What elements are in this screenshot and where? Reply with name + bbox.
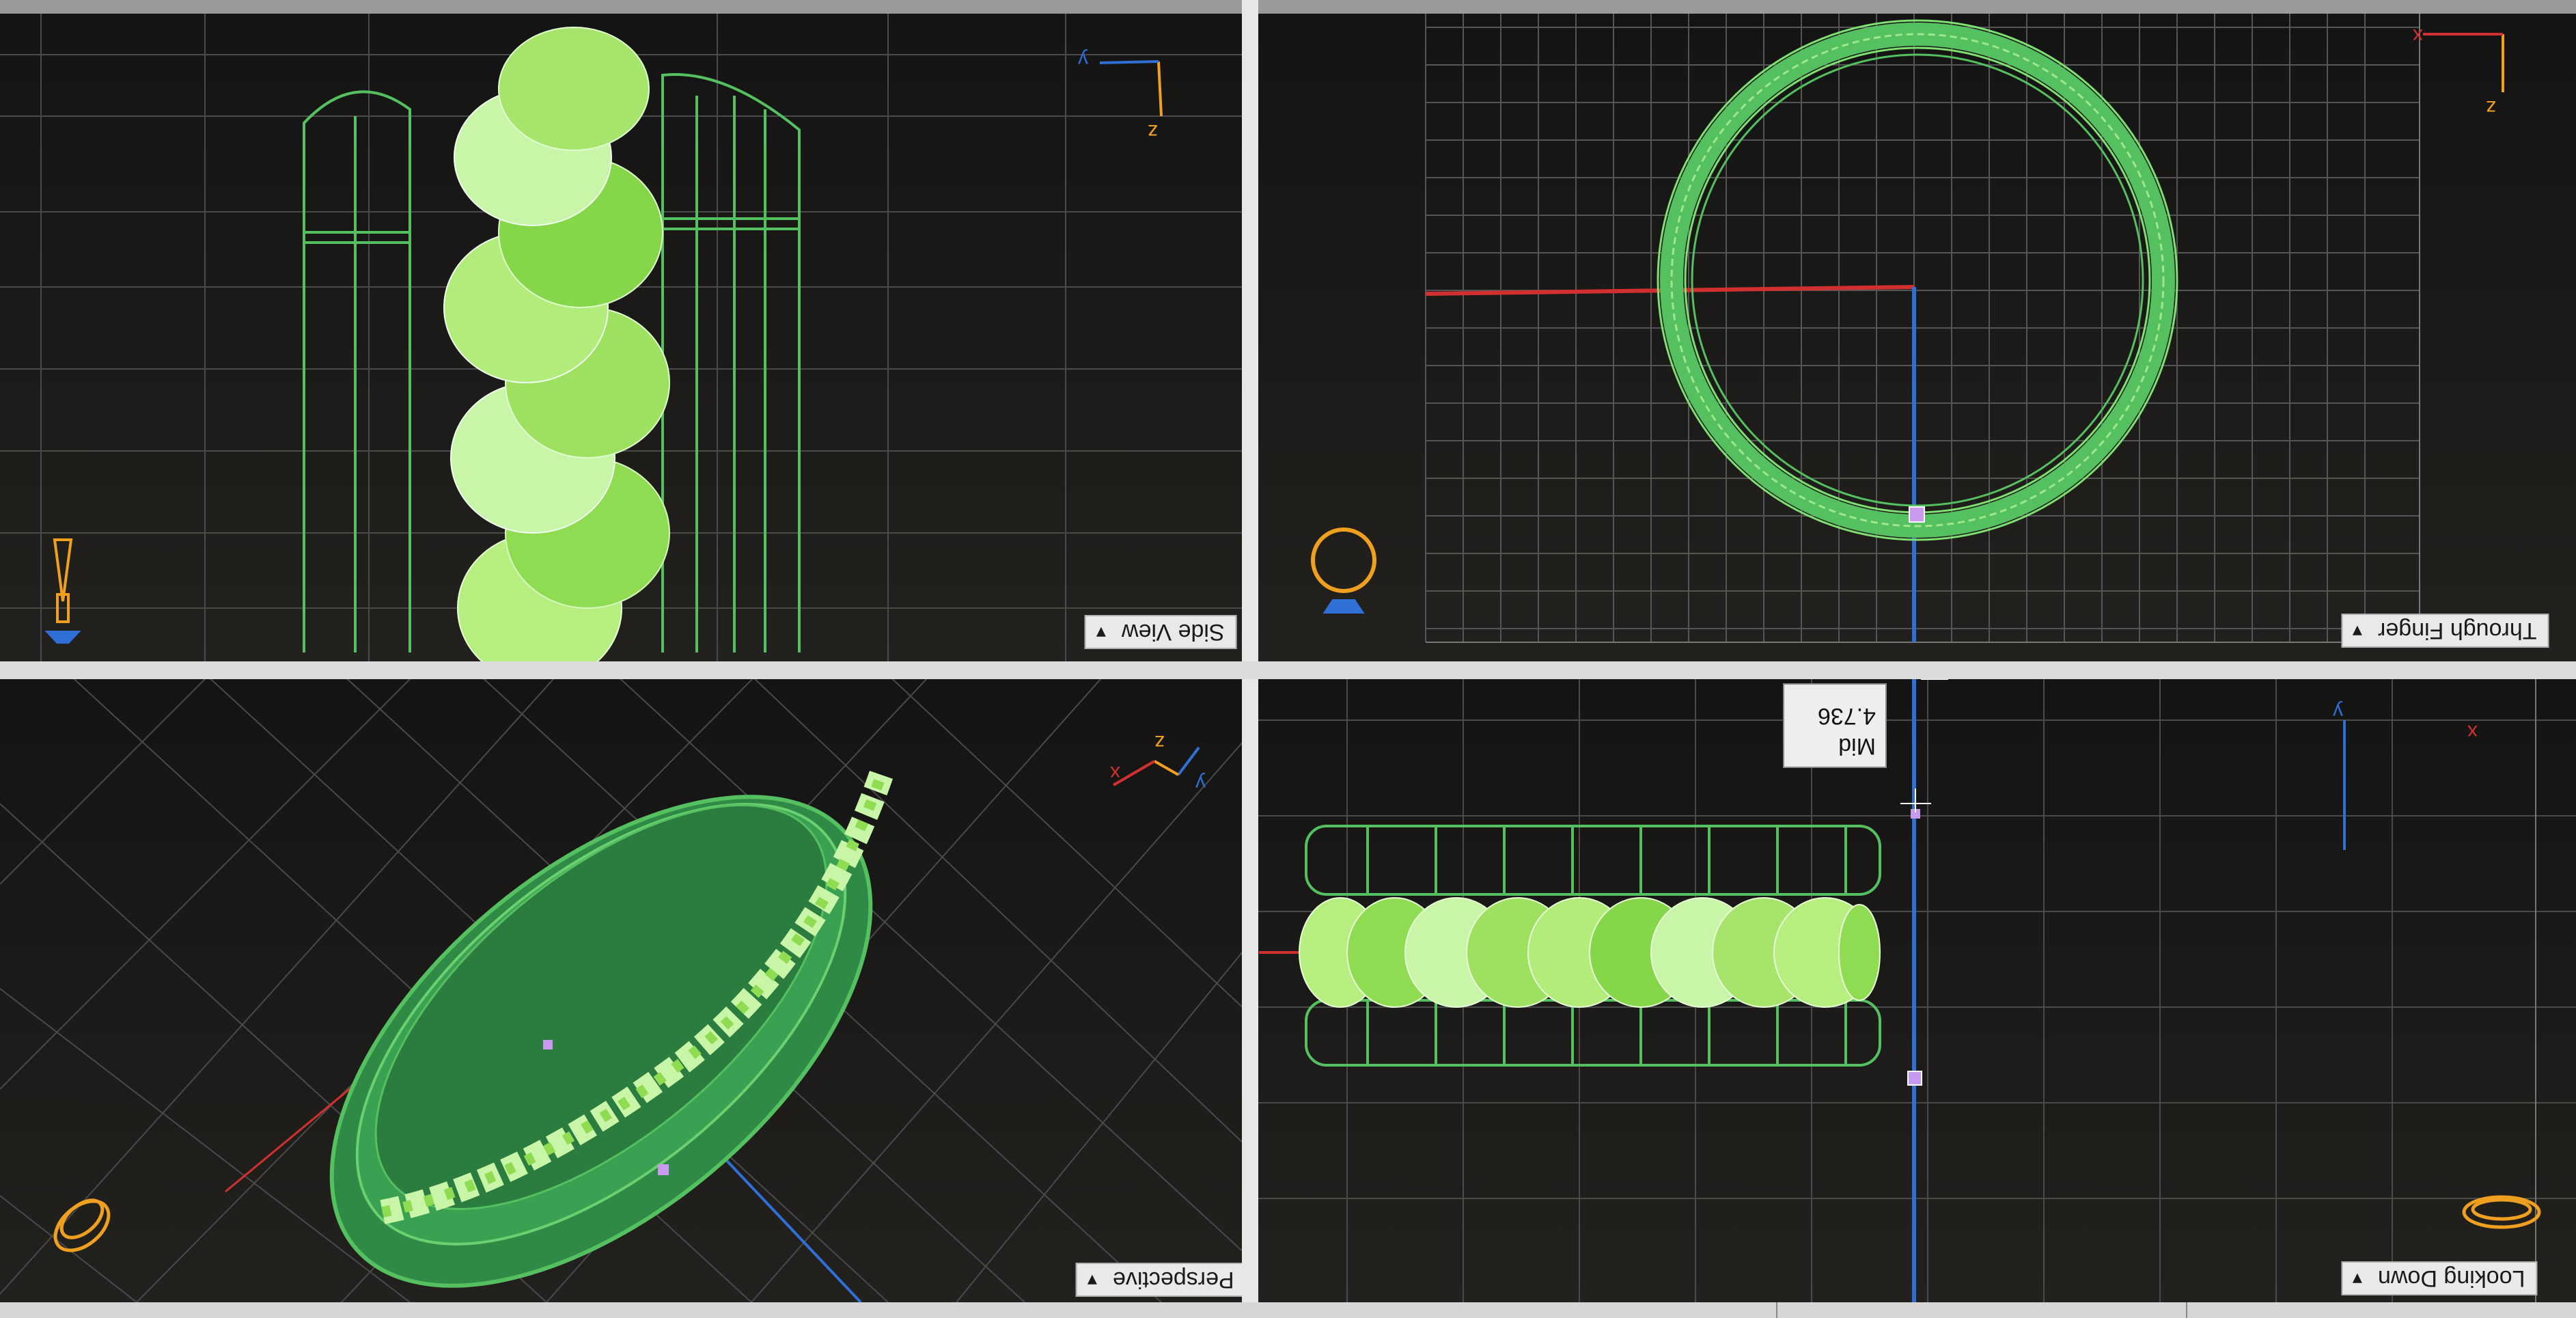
control-point[interactable] bbox=[658, 1164, 669, 1175]
ld-axis-x: x bbox=[2467, 721, 2478, 743]
command-tabs-bar bbox=[0, 1302, 2576, 1318]
ring-through-finger-wire bbox=[1657, 19, 2178, 541]
control-point[interactable] bbox=[543, 1040, 553, 1049]
tab[interactable] bbox=[1776, 1302, 2187, 1318]
snap-tooltip: Mid 4.736 bbox=[1783, 683, 1887, 768]
tf-axis-x: x bbox=[2413, 25, 2423, 47]
ring-gizmo-icon bbox=[53, 1198, 111, 1252]
braid-wire bbox=[443, 27, 670, 661]
dropdown-arrow-icon[interactable]: ▼ bbox=[1084, 1264, 1100, 1295]
pin-gizmo-icon bbox=[44, 538, 81, 644]
axis-line-blue bbox=[716, 1149, 862, 1302]
ring-gizmo-icon bbox=[1311, 527, 1376, 614]
through-finger-canvas[interactable] bbox=[1258, 14, 2576, 661]
axes-widget bbox=[2423, 33, 2504, 92]
viewport-perspective[interactable]: y z x Perspective ▼ bbox=[0, 679, 1242, 1302]
viewport-looking-down[interactable]: y x Looking Down ▼ bbox=[1258, 679, 2576, 1302]
viewport-divider-horizontal[interactable] bbox=[0, 661, 2576, 679]
dropdown-arrow-icon[interactable]: ▼ bbox=[1093, 616, 1109, 648]
persp-axis-x: x bbox=[1110, 762, 1120, 784]
grid bbox=[1425, 14, 2420, 643]
viewport-side-view[interactable]: y z Side View ▼ bbox=[0, 14, 1242, 661]
side-axis-z: z bbox=[1148, 120, 1158, 143]
ring-perspective-model bbox=[329, 771, 894, 1288]
viewport-label-through-finger[interactable]: Through Finger ▼ bbox=[2341, 614, 2549, 648]
viewport-label-side-view[interactable]: Side View ▼ bbox=[1085, 615, 1237, 649]
persp-axis-z: z bbox=[1154, 731, 1165, 754]
tf-axis-z: z bbox=[2486, 96, 2496, 119]
tooltip-value: 4.736 bbox=[1817, 703, 1876, 729]
dropdown-arrow-icon[interactable]: ▼ bbox=[2349, 1263, 2366, 1294]
side-axis-y: y bbox=[1078, 49, 1088, 71]
tab[interactable] bbox=[2186, 1302, 2461, 1318]
side-view-canvas[interactable] bbox=[0, 14, 1242, 661]
axes-widget bbox=[1099, 60, 1163, 117]
viewport-label-perspective[interactable]: Perspective ▼ bbox=[1076, 1263, 1242, 1297]
viewport-divider-vertical[interactable] bbox=[1242, 0, 1258, 1318]
dropdown-arrow-icon[interactable]: ▼ bbox=[2349, 615, 2366, 646]
viewport-through-finger[interactable]: z x Through Finger ▼ bbox=[1258, 14, 2576, 661]
control-point[interactable] bbox=[1907, 1071, 1922, 1086]
braid-wire-horizontal bbox=[1299, 897, 1881, 1008]
persp-axis-y: y bbox=[1195, 772, 1206, 795]
status-strip bbox=[0, 0, 2576, 14]
tooltip-title: Mid bbox=[1838, 733, 1876, 759]
viewport-label-looking-down[interactable]: Looking Down ▼ bbox=[2341, 1261, 2538, 1295]
looking-down-canvas[interactable] bbox=[1258, 679, 2576, 1302]
ld-axis-y: y bbox=[2333, 700, 2343, 723]
perspective-canvas[interactable] bbox=[0, 679, 1242, 1302]
control-point[interactable] bbox=[1909, 506, 1925, 523]
ring-gizmo-icon bbox=[2462, 1195, 2541, 1229]
crosshair-cursor bbox=[1900, 788, 1931, 812]
